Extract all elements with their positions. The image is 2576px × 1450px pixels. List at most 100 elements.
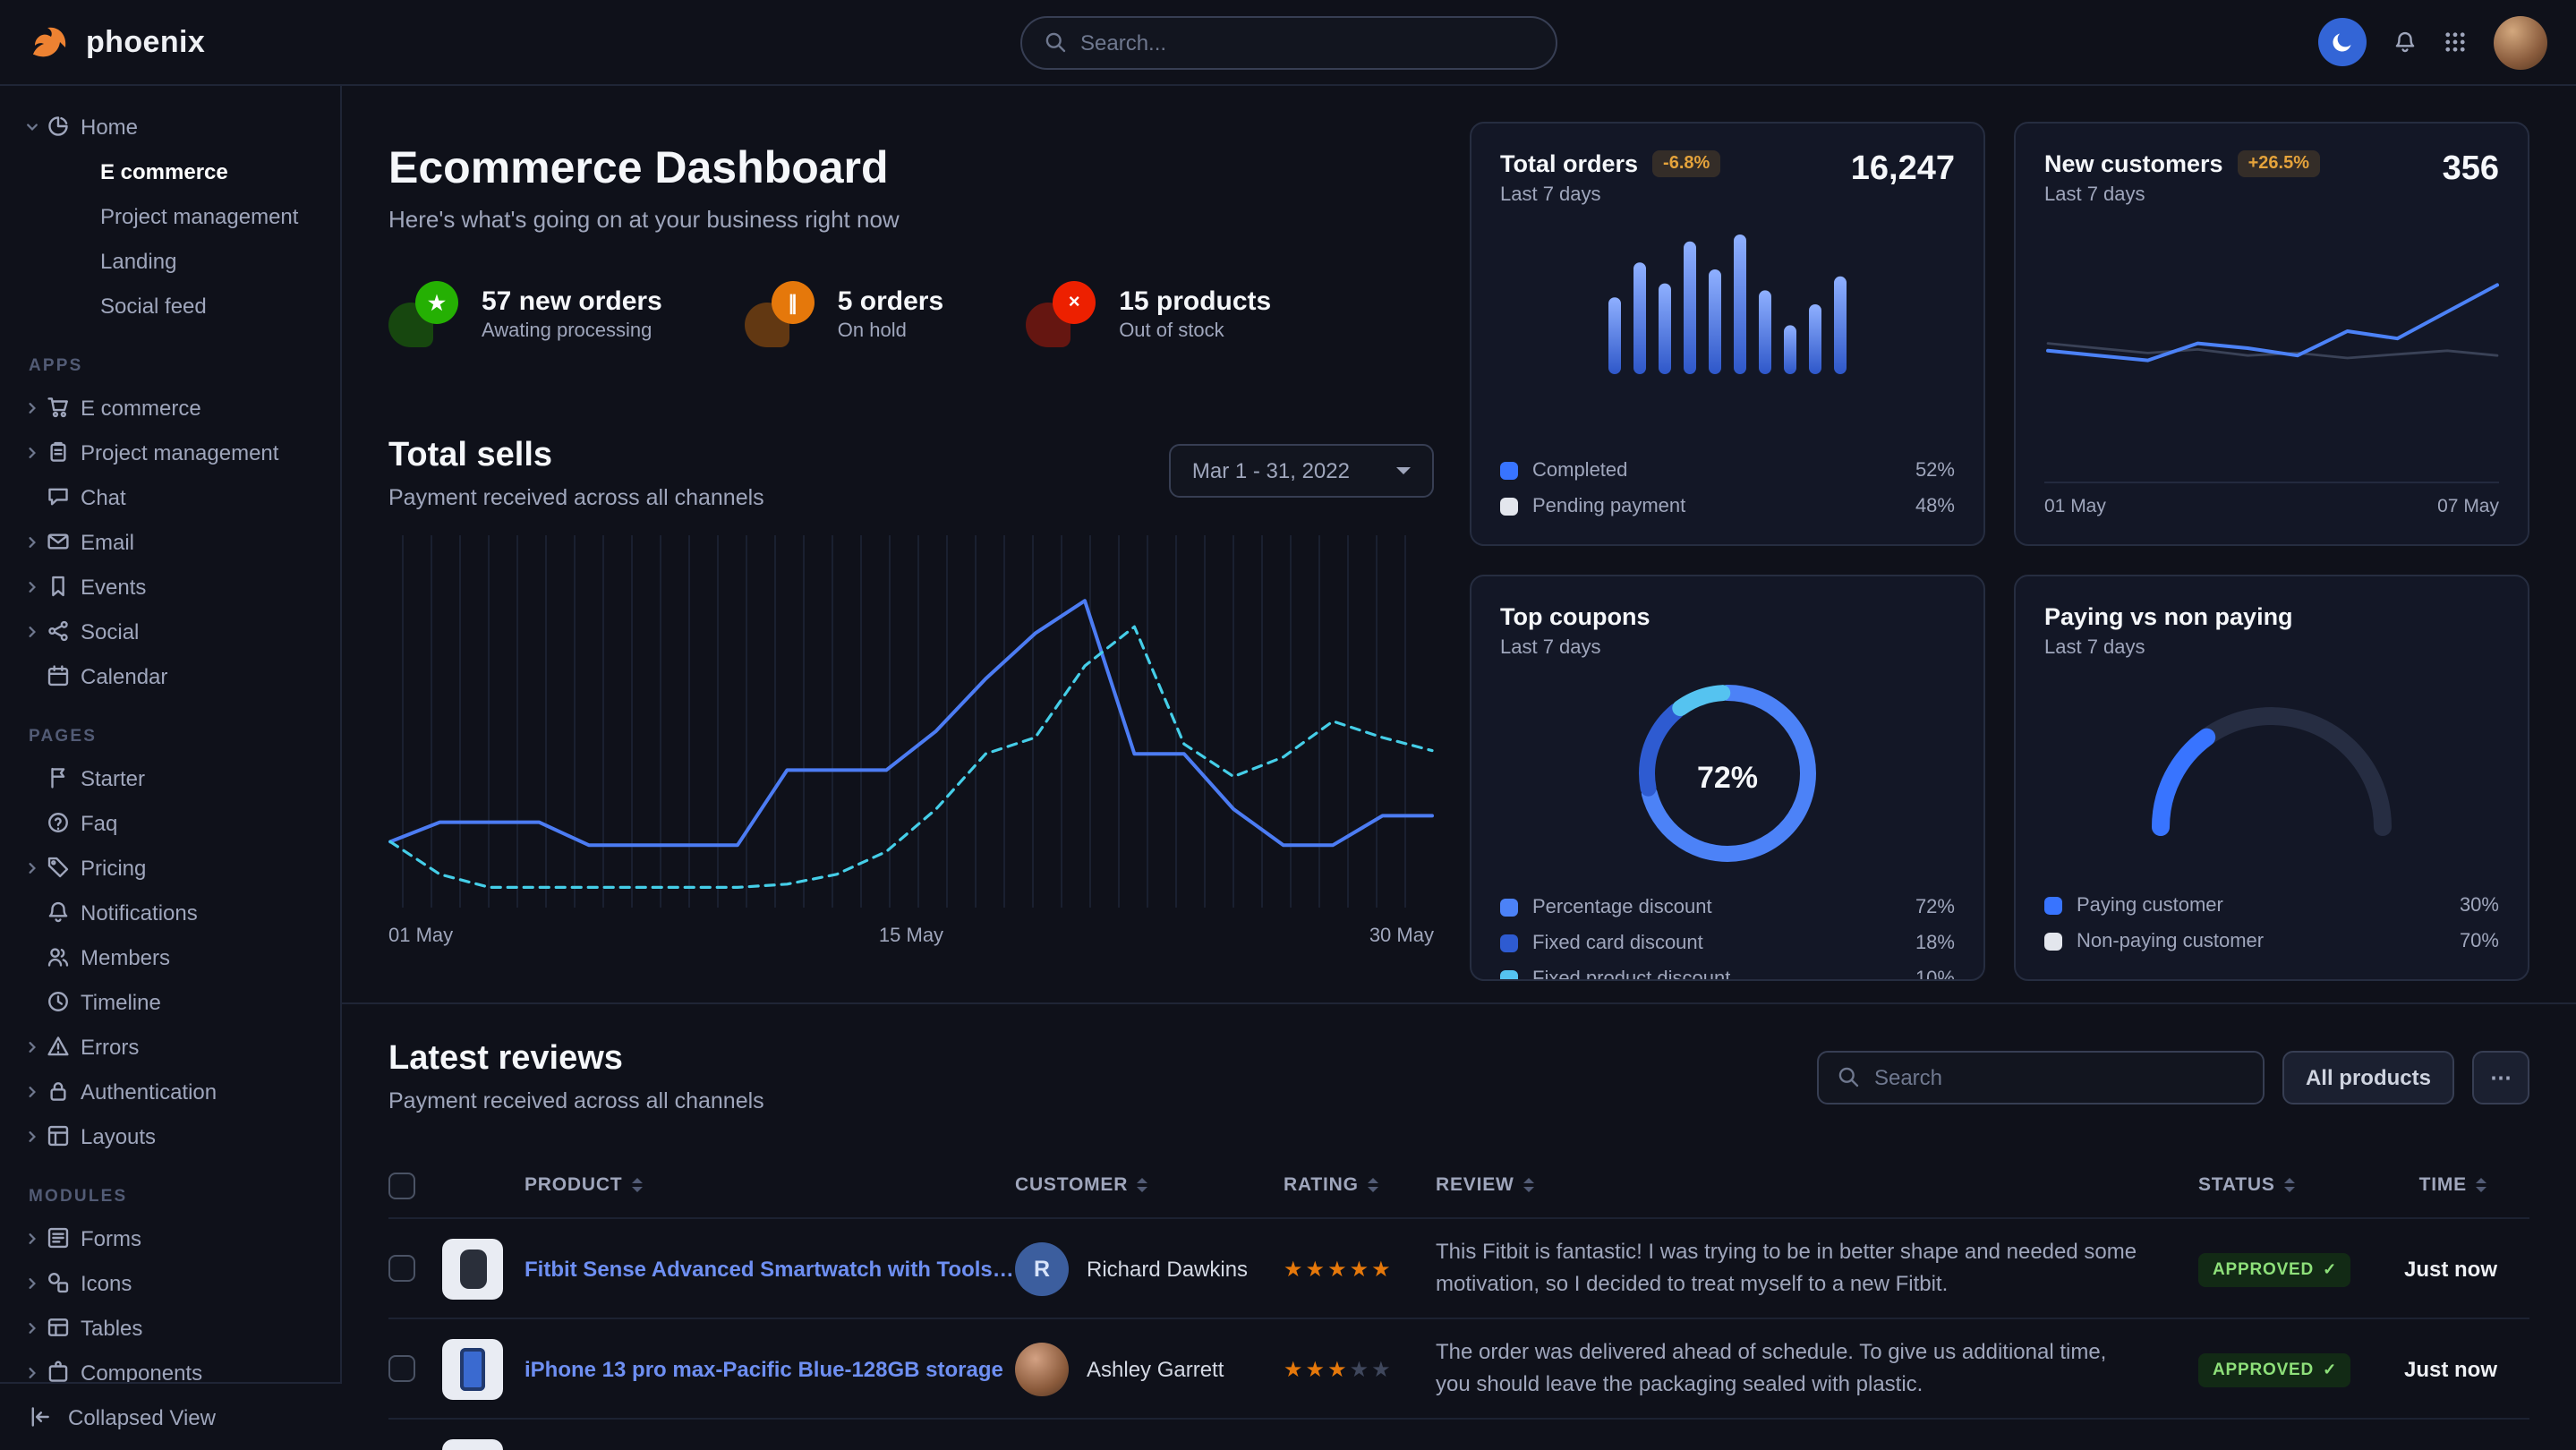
legend-swatch	[1500, 498, 1518, 516]
calendar-icon	[47, 664, 81, 687]
orders-bar-chart	[1593, 227, 1862, 381]
column-header-review[interactable]: REVIEW	[1436, 1174, 2198, 1196]
chevron-icon	[25, 1275, 47, 1290]
column-header-rating[interactable]: RATING	[1284, 1174, 1436, 1196]
moon-icon	[2331, 30, 2354, 54]
stat-awating-processing: ★ 57 new orders Awating processing	[388, 279, 662, 347]
legend-value: 70%	[2460, 931, 2499, 952]
stat-text: 57 new orders Awating processing	[482, 286, 662, 341]
legend-label: Fixed product discount	[1532, 968, 1730, 981]
chevron-down-icon	[1396, 467, 1411, 474]
search-input[interactable]	[1080, 30, 1533, 55]
all-products-button[interactable]: All products	[2282, 1050, 2454, 1104]
sidebar-item-chat[interactable]: Chat	[25, 474, 329, 519]
chevron-icon	[25, 445, 47, 459]
column-label: TIME	[2419, 1174, 2467, 1196]
sidebar-item-e-commerce[interactable]: E commerce	[25, 149, 329, 193]
card-period: Last 7 days	[2044, 637, 2293, 659]
sidebar-item-e-commerce[interactable]: E commerce	[25, 385, 329, 430]
stat-on-hold: ∥ 5 orders On hold	[745, 279, 943, 347]
more-options-button[interactable]: ⋯	[2472, 1050, 2529, 1104]
reviews-search[interactable]	[1817, 1050, 2265, 1104]
paying-gauge-chart	[2139, 687, 2404, 838]
card-period: Last 7 days	[1500, 637, 1651, 659]
sidebar-item-timeline[interactable]: Timeline	[25, 979, 329, 1024]
coupons-legend: Percentage discount 72% Fixed card disco…	[1500, 883, 1955, 981]
sidebar-item-calendar[interactable]: Calendar	[25, 653, 329, 698]
sidebar-item-icons[interactable]: Icons	[25, 1260, 329, 1305]
product-link[interactable]: Fitbit Sense Advanced Smartwatch with To…	[525, 1256, 1015, 1281]
stat-caption: Awating processing	[482, 320, 662, 341]
user-avatar[interactable]	[2494, 15, 2547, 69]
apps-grid-button[interactable]	[2444, 30, 2467, 54]
collapse-sidebar-button[interactable]: Collapsed View	[0, 1382, 342, 1450]
column-header-customer[interactable]: CUSTOMER	[1015, 1174, 1284, 1196]
sidebar-item-label: E commerce	[100, 158, 228, 183]
sidebar-item-label: Errors	[81, 1034, 139, 1059]
dashboard-area: Ecommerce Dashboard Here's what's going …	[342, 86, 2576, 1002]
rating-stars: ★★★★★	[1284, 1256, 1436, 1281]
date-range-select[interactable]: Mar 1 - 31, 2022	[1169, 444, 1434, 498]
sidebar-item-email[interactable]: Email	[25, 519, 329, 564]
reviews-subtitle: Payment received across all channels	[388, 1088, 764, 1113]
stat-blob-front: ★	[415, 281, 458, 324]
reviews-search-input[interactable]	[1874, 1064, 2245, 1089]
legend-label: Fixed card discount	[1532, 933, 1703, 954]
stat-caption: On hold	[838, 320, 943, 341]
card-value: 16,247	[1851, 150, 1955, 190]
checkbox[interactable]	[388, 1355, 415, 1382]
sidebar-item-pricing[interactable]: Pricing	[25, 845, 329, 890]
product-thumbnail[interactable]	[442, 1238, 503, 1299]
checkbox[interactable]	[388, 1255, 415, 1282]
sidebar-item-starter[interactable]: Starter	[25, 755, 329, 800]
column-header-time[interactable]: TIME	[2404, 1174, 2529, 1196]
global-search[interactable]	[1019, 15, 1557, 69]
sidebar-item-landing[interactable]: Landing	[25, 238, 329, 283]
sidebar-item-errors[interactable]: Errors	[25, 1024, 329, 1069]
bookmark-icon	[47, 575, 81, 598]
product-link[interactable]: iPhone 13 pro max-Pacific Blue-128GB sto…	[525, 1356, 1003, 1381]
legend-label: Non-paying customer	[2077, 931, 2264, 952]
sidebar-item-social[interactable]: Social	[25, 609, 329, 653]
chevron-icon	[25, 400, 47, 414]
sidebar-item-label: Social	[81, 618, 139, 644]
sidebar-item-forms[interactable]: Forms	[25, 1215, 329, 1260]
chevron-icon	[25, 579, 47, 593]
product-thumbnail[interactable]	[442, 1338, 503, 1399]
theme-toggle[interactable]	[2318, 18, 2367, 66]
main-content: Ecommerce Dashboard Here's what's going …	[342, 86, 2576, 1450]
notifications-button[interactable]	[2393, 30, 2417, 54]
table-icon	[47, 1316, 81, 1339]
sidebar-item-social-feed[interactable]: Social feed	[25, 283, 329, 328]
sidebar-item-notifications[interactable]: Notifications	[25, 890, 329, 934]
sidebar-item-home[interactable]: Home	[25, 104, 329, 149]
column-label: CUSTOMER	[1015, 1174, 1128, 1196]
sort-icon	[2284, 1179, 2295, 1192]
sidebar-item-layouts[interactable]: Layouts	[25, 1113, 329, 1158]
sidebar-item-members[interactable]: Members	[25, 934, 329, 979]
customer-name[interactable]: Ashley Garrett	[1087, 1356, 1224, 1381]
sidebar-item-authentication[interactable]: Authentication	[25, 1069, 329, 1113]
column-header-status[interactable]: STATUS	[2198, 1174, 2404, 1196]
puzzle-icon	[47, 1360, 81, 1384]
legend-item: Percentage discount 72%	[1500, 897, 1955, 918]
sidebar-section-label: APPS	[29, 356, 329, 376]
column-header-product[interactable]: PRODUCT	[442, 1174, 1015, 1196]
customer-avatar[interactable]: R	[1015, 1241, 1069, 1295]
sidebar-item-faq[interactable]: Faq	[25, 800, 329, 845]
sidebar-item-tables[interactable]: Tables	[25, 1305, 329, 1350]
customer-name[interactable]: Richard Dawkins	[1087, 1256, 1248, 1281]
phoenix-logo[interactable]: phoenix	[29, 21, 205, 64]
product-cell: iPhone 13 pro max-Pacific Blue-128GB sto…	[442, 1338, 1015, 1399]
reviews-controls: All products ⋯	[1817, 1050, 2529, 1104]
product-cell	[442, 1438, 1015, 1450]
dashboard-left-column: Ecommerce Dashboard Here's what's going …	[388, 122, 1434, 981]
legend-swatch	[2044, 933, 2062, 951]
sidebar-item-events[interactable]: Events	[25, 564, 329, 609]
customer-avatar[interactable]	[1015, 1342, 1069, 1395]
sidebar-item-project-management[interactable]: Project management	[25, 193, 329, 238]
sidebar-item-project-management[interactable]: Project management	[25, 430, 329, 474]
stat-value: 57 new orders	[482, 286, 662, 316]
product-thumbnail[interactable]	[442, 1438, 503, 1450]
checkbox[interactable]	[388, 1172, 415, 1198]
